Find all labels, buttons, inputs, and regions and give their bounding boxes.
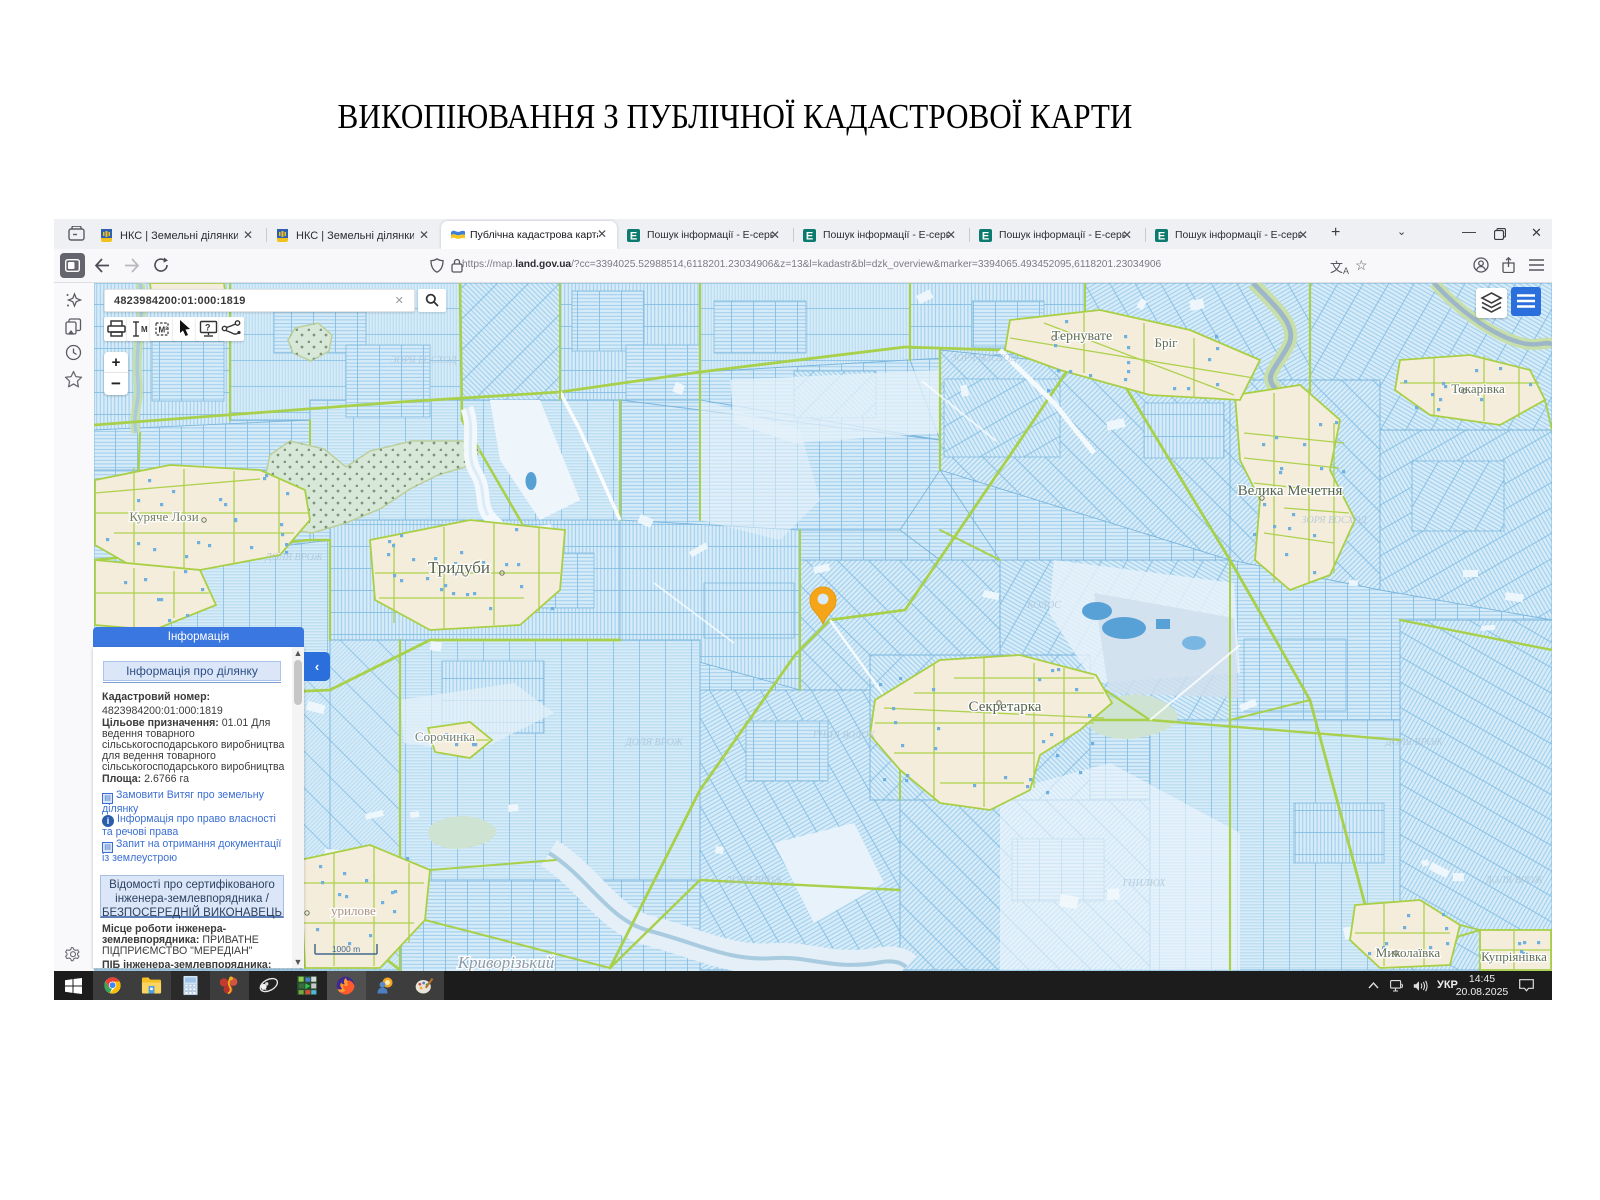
svg-text:КОЛОС: КОЛОС [1026,600,1061,611]
svg-text:ЗОРЯ ВОСХОД: ЗОРЯ ВОСХОД [952,353,1018,364]
svg-text:Токарівка: Токарівка [1451,381,1505,396]
svg-text:E: E [806,231,813,243]
svg-text:ДОЛЯ ВРОЖ: ДОЛЯ ВРОЖ [264,552,323,563]
svg-text:Секретарка: Секретарка [969,699,1042,715]
svg-text:E: E [982,231,989,243]
svg-text:Сорочинка: Сорочинка [415,729,475,744]
svg-text:Криворізький: Криворізький [457,953,555,971]
svg-text:ГНИЛ ВОДОК: ГНИЛ ВОДОК [812,730,877,741]
svg-text:ЗОРЯ ВОСХОД: ЗОРЯ ВОСХОД [1302,515,1368,526]
svg-text:Тернувате: Тернувате [1052,329,1112,344]
svg-text:ДОЛЯ ВРОЖ: ДОЛЯ ВРОЖ [624,737,683,748]
svg-text:Велика Мечетня: Велика Мечетня [1238,483,1343,499]
svg-text:урилове: урилове [331,903,376,918]
svg-text:Миколаївка: Миколаївка [1376,945,1441,960]
svg-text:Купріянівка: Купріянівка [1481,949,1547,964]
svg-text:ЗОРЯ ВОСХОД: ЗОРЯ ВОСХОД [392,355,458,366]
svg-text:M: M [141,325,148,334]
svg-text:E: E [1158,231,1165,243]
svg-text:ДОЛЯ ВРОЖ: ДОЛЯ ВРОЖ [1384,737,1443,748]
svg-text:1000 m: 1000 m [332,944,360,954]
svg-text:Тридуби: Тридуби [428,558,490,577]
svg-text:ДОЛЯ ВРОЖ: ДОЛЯ ВРОЖ [724,875,783,886]
svg-text:M²: M² [159,326,169,335]
svg-text:Куряче Лози: Куряче Лози [129,509,198,524]
svg-text:Бріг: Бріг [1155,335,1178,350]
svg-text:?: ? [205,323,211,333]
svg-text:ДОЛЯ ВРОЖ: ДОЛЯ ВРОЖ [1484,875,1543,886]
svg-text:E: E [630,231,637,243]
svg-text:ГНИЛЮХ: ГНИЛЮХ [1122,878,1167,889]
